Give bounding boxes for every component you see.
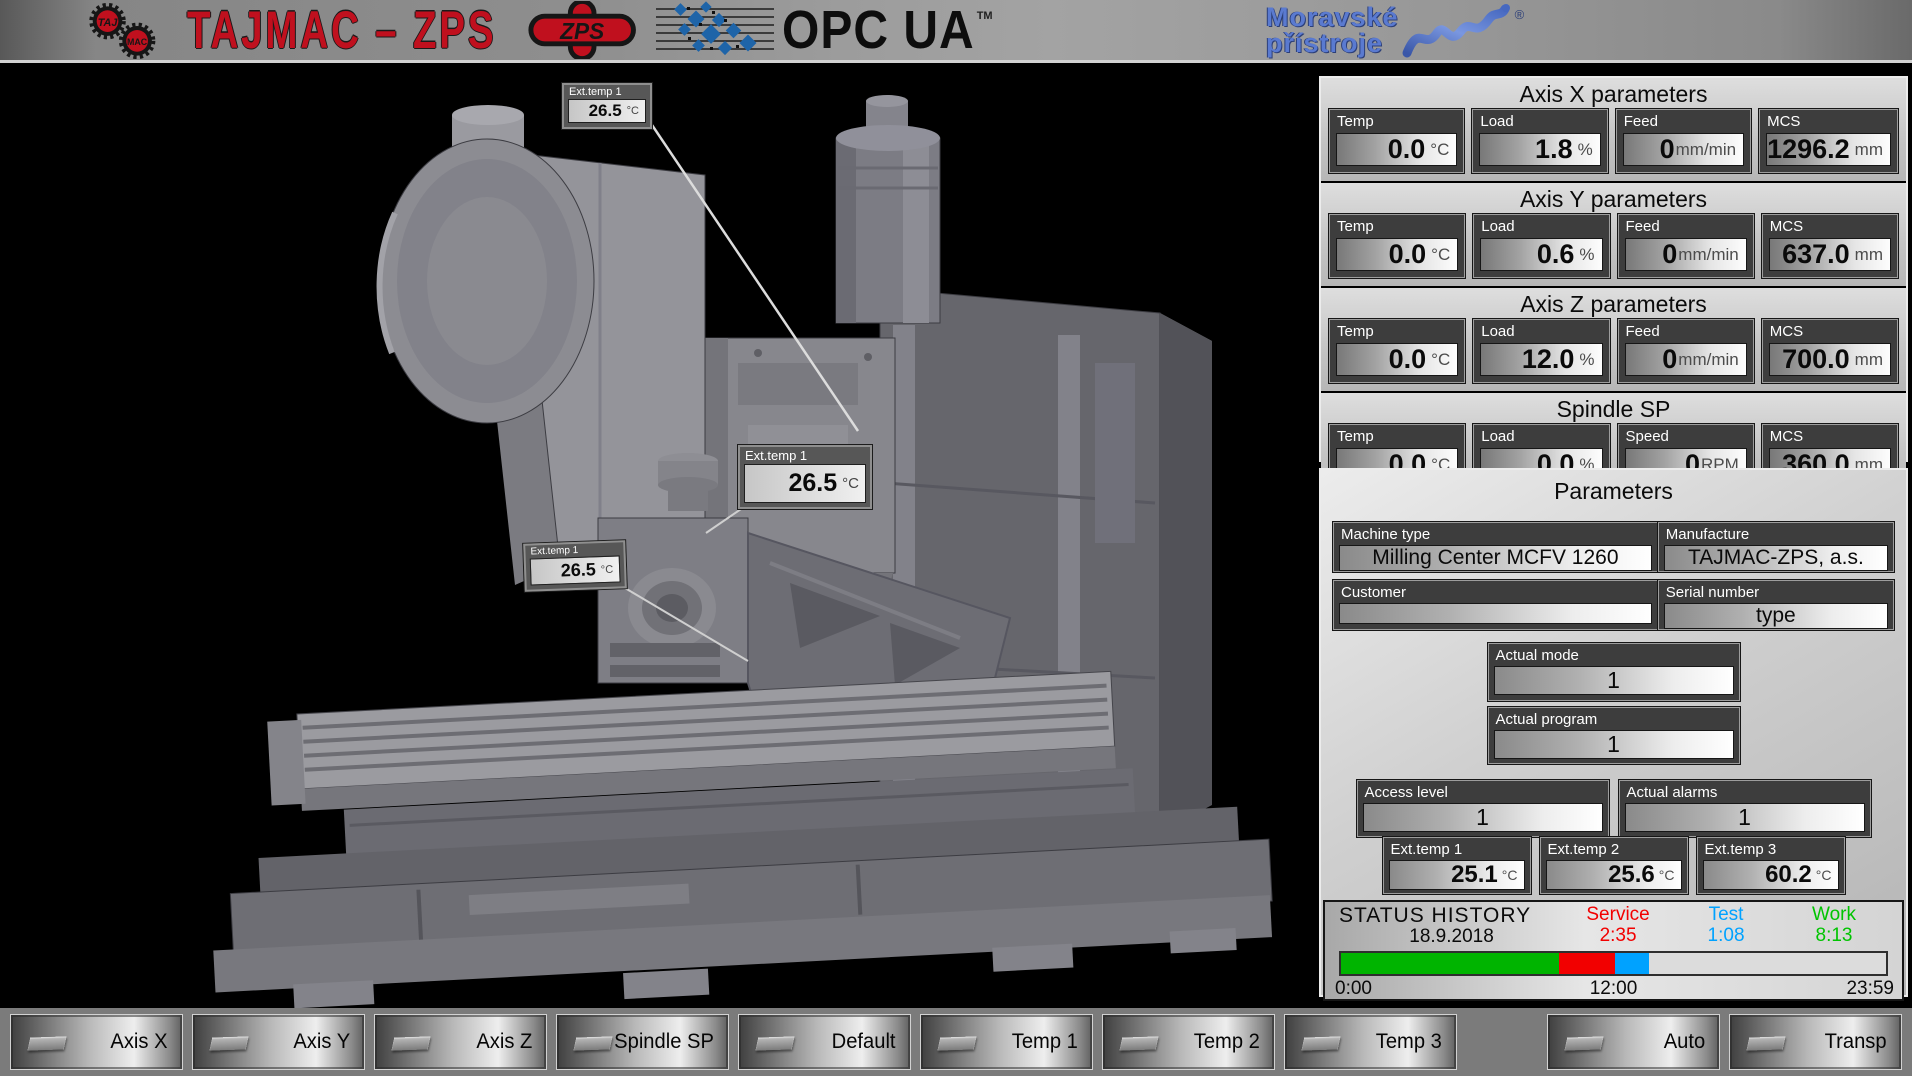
main-area: Ext.temp 1 26.5 °C Ext.temp 1 26.5 °C Ex…: [0, 63, 1912, 1008]
ext-temp-2-field: Ext.temp 2 25.6°C: [1540, 837, 1688, 894]
axis-x-button[interactable]: Axis X: [10, 1014, 183, 1070]
axis-x-panel: Axis X parameters Temp 0.0°C Load 1.8% F…: [1321, 78, 1906, 181]
indicator-led: [755, 1036, 794, 1050]
timeline-segment-service: [1559, 953, 1615, 974]
tajmac-gears-icon: TAJ MAC: [74, 1, 177, 59]
bottom-button-bar: Axis X Axis Y Axis Z Spindle SP Default …: [0, 1008, 1912, 1076]
status-history-panel: STATUS HISTORY 18.9.2018 Service 2:35 Te…: [1323, 900, 1904, 1001]
axis-z-button[interactable]: Axis Z: [374, 1014, 547, 1070]
parameters-title: Parameters: [1321, 470, 1906, 506]
transp-button[interactable]: Transp: [1729, 1014, 1902, 1070]
tajmac-wordmark: TAJMAC – ZPS: [187, 0, 496, 60]
indicator-led: [573, 1036, 612, 1050]
actual-alarms-field: Actual alarms 1: [1619, 780, 1871, 837]
axis-z-feed-field: Feed 0mm/min: [1618, 319, 1754, 383]
ext-temp-overlay-2: Ext.temp 1 26.5 °C: [738, 445, 872, 509]
timeline-segment-test: [1615, 953, 1650, 974]
machine-type-field: Machine type Milling Center MCFV 1260: [1333, 522, 1658, 572]
axis-y-panel: Axis Y parameters Temp 0.0°C Load 0.6% F…: [1321, 183, 1906, 286]
svg-text:MAC: MAC: [127, 37, 148, 47]
indicator-led: [1746, 1036, 1785, 1050]
axis-z-load-field: Load 12.0%: [1473, 319, 1609, 383]
hmi-screen: TAJ MAC TAJMAC – ZPS ZPS: [0, 0, 1912, 1076]
indicator-led: [1119, 1036, 1158, 1050]
ext-temp-overlay-1-value: 26.5 °C: [568, 99, 646, 123]
svg-text:TAJ: TAJ: [98, 17, 119, 29]
spindle-sp-button[interactable]: Spindle SP: [556, 1014, 729, 1070]
moravske-registered-mark: ®: [1515, 7, 1525, 22]
axis-y-feed-field: Feed 0mm/min: [1618, 214, 1754, 278]
legend-test: Test 1:08: [1672, 904, 1780, 948]
access-level-field: Access level 1: [1357, 780, 1609, 837]
indicator-led: [1564, 1036, 1603, 1050]
customer-field[interactable]: Customer: [1333, 580, 1658, 630]
ext-temp-overlay-3-value: 26.5 °C: [530, 555, 621, 585]
axis-y-temp-field: Temp 0.0°C: [1329, 214, 1465, 278]
spindle-sp-panel-title: Spindle SP: [1321, 393, 1906, 424]
tajmac-zps-logo: TAJ MAC TAJMAC – ZPS ZPS: [0, 0, 640, 60]
default-button[interactable]: Default: [738, 1014, 911, 1070]
zps-badge-icon: ZPS: [524, 1, 640, 59]
indicator-led: [937, 1036, 976, 1050]
legend-work: Work 8:13: [1780, 904, 1888, 948]
axis-x-feed-field: Feed 0mm/min: [1616, 109, 1751, 173]
status-history-date: 18.9.2018: [1339, 926, 1564, 948]
axis-y-button[interactable]: Axis Y: [192, 1014, 365, 1070]
opc-ua-wordmark: OPC UA: [782, 0, 975, 61]
axis-x-temp-field: Temp 0.0°C: [1329, 109, 1464, 173]
status-history-title: STATUS HISTORY: [1339, 904, 1564, 928]
moravske-swoosh-icon: [1399, 1, 1515, 59]
ext-temp-3-field: Ext.temp 3 60.2°C: [1697, 837, 1845, 894]
indicator-led: [1301, 1036, 1340, 1050]
header-bar: TAJ MAC TAJMAC – ZPS ZPS: [0, 0, 1912, 63]
moravske-wordmark: Moravské přístroje: [1266, 4, 1399, 56]
axis-z-panel-title: Axis Z parameters: [1321, 288, 1906, 319]
opc-ua-diamonds-icon: [654, 1, 782, 59]
opc-ua-tm: TM: [977, 10, 993, 22]
serial-number-field[interactable]: Serial number type: [1658, 580, 1894, 630]
temp-3-button[interactable]: Temp 3: [1284, 1014, 1457, 1070]
machine-3d-viewport[interactable]: Ext.temp 1 26.5 °C Ext.temp 1 26.5 °C Ex…: [0, 63, 1305, 1008]
axis-y-mcs-field: MCS 637.0mm: [1762, 214, 1898, 278]
legend-service: Service 2:35: [1564, 904, 1672, 948]
axis-x-mcs-field: MCS 1296.2mm: [1759, 109, 1898, 173]
indicator-led: [27, 1036, 66, 1050]
actual-mode-field: Actual mode 1: [1488, 643, 1740, 701]
ext-temp-overlay-1: Ext.temp 1 26.5 °C: [562, 83, 652, 129]
indicator-led: [391, 1036, 430, 1050]
bottom-bar-spacer: [1466, 1014, 1538, 1076]
auto-button[interactable]: Auto: [1547, 1014, 1720, 1070]
overlay-leader-lines: [0, 63, 1305, 1008]
axis-z-temp-field: Temp 0.0°C: [1329, 319, 1465, 383]
status-timeline-track: [1339, 951, 1888, 976]
ext-temp-overlay-2-value: 26.5 °C: [744, 464, 866, 503]
temp-2-button[interactable]: Temp 2: [1102, 1014, 1275, 1070]
axis-z-mcs-field: MCS 700.0mm: [1762, 319, 1898, 383]
opc-ua-logo: OPC UA TM: [640, 0, 1180, 60]
actual-program-field: Actual program 1: [1488, 707, 1740, 764]
moravske-pristroje-logo: Moravské přístroje ®: [1180, 0, 1912, 60]
axis-x-panel-title: Axis X parameters: [1321, 78, 1906, 109]
axis-x-load-field: Load 1.8%: [1472, 109, 1607, 173]
temp-1-button[interactable]: Temp 1: [920, 1014, 1093, 1070]
axis-y-load-field: Load 0.6%: [1473, 214, 1609, 278]
svg-text:ZPS: ZPS: [559, 18, 604, 44]
timeline-axis-labels: 0:00 12:00 23:59: [1339, 978, 1888, 1000]
axis-y-panel-title: Axis Y parameters: [1321, 183, 1906, 214]
manufacture-field: Manufacture TAJMAC-ZPS, a.s.: [1658, 522, 1894, 572]
indicator-led: [209, 1036, 248, 1050]
ext-temp-overlay-3: Ext.temp 1 26.5 °C: [523, 540, 627, 592]
axis-parameters-group: Axis X parameters Temp 0.0°C Load 1.8% F…: [1319, 76, 1908, 462]
axis-z-panel: Axis Z parameters Temp 0.0°C Load 12.0% …: [1321, 288, 1906, 391]
timeline-segment-work: [1341, 953, 1559, 974]
parameters-group: Parameters Machine type Milling Center M…: [1319, 468, 1908, 997]
ext-temp-1-field: Ext.temp 1 25.1°C: [1383, 837, 1531, 894]
